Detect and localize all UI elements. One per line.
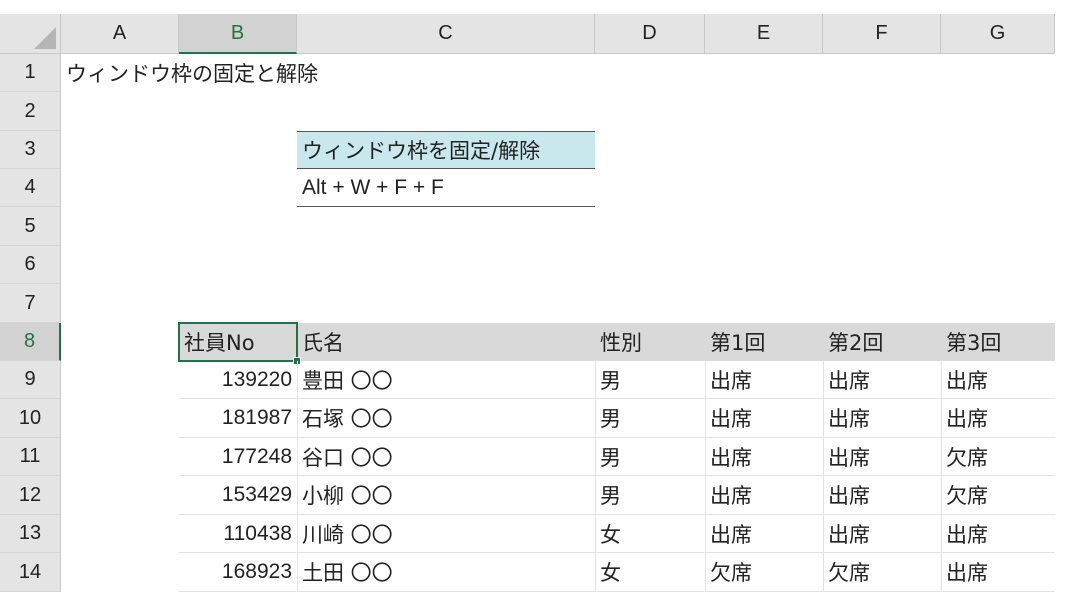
table-cell[interactable]: 181987 xyxy=(179,399,297,438)
header-cell-gender[interactable]: 性別 xyxy=(595,323,705,361)
row-header-7[interactable]: 7 xyxy=(0,284,61,323)
row-header-13[interactable]: 13 xyxy=(0,515,61,553)
table-cell[interactable]: 110438 xyxy=(179,515,297,553)
row-header-11[interactable]: 11 xyxy=(0,438,61,476)
gridline xyxy=(705,361,706,592)
table-cell[interactable]: 谷口 〇〇 xyxy=(297,438,595,476)
column-header-a[interactable]: A xyxy=(61,14,179,54)
row-header-10[interactable]: 10 xyxy=(0,399,61,438)
title-cell[interactable]: ウィンドウ枠の固定と解除 xyxy=(61,54,461,92)
table-cell[interactable]: 出席 xyxy=(941,515,1055,553)
table-cell[interactable]: 177248 xyxy=(179,438,297,476)
header-cell-name[interactable]: 氏名 xyxy=(297,323,595,361)
gridline xyxy=(297,361,298,592)
table-cell[interactable]: 出席 xyxy=(823,476,941,515)
table-cell[interactable]: 出席 xyxy=(705,361,823,399)
table-cell[interactable]: 出席 xyxy=(705,476,823,515)
table-cell[interactable]: 出席 xyxy=(823,361,941,399)
table-cell[interactable]: 女 xyxy=(595,553,705,592)
row-header-8[interactable]: 8 xyxy=(0,323,61,361)
table-cell[interactable]: 出席 xyxy=(705,515,823,553)
row-header-1[interactable]: 1 xyxy=(0,54,61,92)
column-header-b[interactable]: B xyxy=(179,14,297,54)
table-cell[interactable]: 男 xyxy=(595,438,705,476)
gridline xyxy=(823,361,824,592)
table-cell[interactable]: 小柳 〇〇 xyxy=(297,476,595,515)
row-header-4[interactable]: 4 xyxy=(0,169,61,207)
row-header-3[interactable]: 3 xyxy=(0,131,61,169)
column-header-e[interactable]: E xyxy=(705,14,823,54)
table-cell[interactable]: 川崎 〇〇 xyxy=(297,515,595,553)
gridline xyxy=(941,361,942,592)
table-cell[interactable]: 欠席 xyxy=(941,476,1055,515)
row-header-6[interactable]: 6 xyxy=(0,246,61,284)
header-cell-session-3[interactable]: 第3回 xyxy=(941,323,1055,361)
row-header-2[interactable]: 2 xyxy=(0,92,61,131)
table-cell[interactable]: 168923 xyxy=(179,553,297,592)
shortcut-header-cell[interactable]: ウィンドウ枠を固定/解除 xyxy=(297,131,595,169)
column-header-d[interactable]: D xyxy=(595,14,705,54)
table-cell[interactable]: 欠席 xyxy=(705,553,823,592)
table-cell[interactable]: 欠席 xyxy=(941,438,1055,476)
select-all-corner[interactable] xyxy=(0,14,61,54)
table-cell[interactable]: 土田 〇〇 xyxy=(297,553,595,592)
row-header-14[interactable]: 14 xyxy=(0,553,61,592)
table-cell[interactable]: 石塚 〇〇 xyxy=(297,399,595,438)
table-cell[interactable]: 139220 xyxy=(179,361,297,399)
column-header-c[interactable]: C xyxy=(297,14,595,54)
table-cell[interactable]: 出席 xyxy=(941,399,1055,438)
column-header-f[interactable]: F xyxy=(823,14,941,54)
gridline xyxy=(595,361,596,592)
table-cell[interactable]: 出席 xyxy=(823,399,941,438)
table-cell[interactable]: 男 xyxy=(595,399,705,438)
table-cell[interactable]: 女 xyxy=(595,515,705,553)
table-cell[interactable]: 欠席 xyxy=(823,553,941,592)
active-cell-border xyxy=(178,322,298,362)
table-cell[interactable]: 豊田 〇〇 xyxy=(297,361,595,399)
table-cell[interactable]: 153429 xyxy=(179,476,297,515)
table-cell[interactable]: 出席 xyxy=(705,399,823,438)
table-cell[interactable]: 出席 xyxy=(941,553,1055,592)
header-cell-session-2[interactable]: 第2回 xyxy=(823,323,941,361)
column-header-g[interactable]: G xyxy=(941,14,1055,54)
header-cell-session-1[interactable]: 第1回 xyxy=(705,323,823,361)
row-header-9[interactable]: 9 xyxy=(0,361,61,399)
select-all-triangle-icon xyxy=(34,27,56,49)
table-cell[interactable]: 出席 xyxy=(941,361,1055,399)
row-header-5[interactable]: 5 xyxy=(0,207,61,246)
table-cell[interactable]: 出席 xyxy=(705,438,823,476)
row-header-12[interactable]: 12 xyxy=(0,476,61,515)
table-cell[interactable]: 男 xyxy=(595,476,705,515)
shortcut-keys-cell[interactable]: Alt + W + F + F xyxy=(297,169,595,207)
spreadsheet-grid: A B C D E F G 1 2 3 4 5 6 7 8 9 10 11 12… xyxy=(0,14,1055,611)
table-cell[interactable]: 出席 xyxy=(823,438,941,476)
table-cell[interactable]: 出席 xyxy=(823,515,941,553)
table-cell[interactable]: 男 xyxy=(595,361,705,399)
